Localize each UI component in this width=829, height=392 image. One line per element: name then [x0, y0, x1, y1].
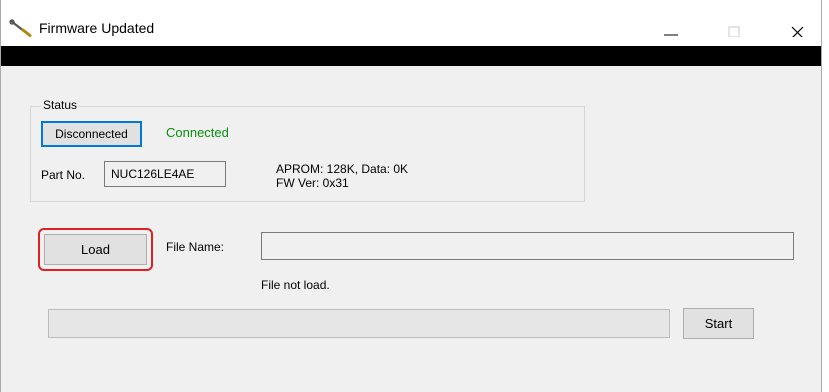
file-name-field[interactable]: [261, 232, 794, 260]
maximize-button[interactable]: [711, 14, 757, 44]
disconnect-button[interactable]: Disconnected: [41, 121, 142, 147]
maximize-icon: [728, 26, 740, 37]
firmware-updater-window: Firmware Updated Status Disconnected Con…: [0, 0, 822, 392]
wrench-screwdriver-icon: [9, 19, 33, 37]
file-name-label: File Name:: [166, 240, 225, 254]
progress-bar: [48, 309, 670, 338]
firmware-version-text: FW Ver: 0x31: [276, 176, 349, 190]
status-group-label: Status: [41, 98, 80, 112]
connection-status-text: Connected: [166, 125, 229, 140]
load-button[interactable]: Load: [44, 234, 147, 265]
close-icon: [791, 26, 804, 37]
header-band: [1, 46, 821, 66]
part-no-field: NUC126LE4AE: [104, 161, 226, 187]
start-button[interactable]: Start: [683, 308, 754, 339]
minimize-button[interactable]: [648, 14, 694, 44]
part-no-label: Part No.: [41, 168, 86, 182]
title-bar[interactable]: Firmware Updated: [1, 0, 821, 46]
minimize-icon: [664, 34, 678, 36]
close-button[interactable]: [775, 14, 821, 44]
file-status-message: File not load.: [261, 278, 330, 292]
window-title: Firmware Updated: [39, 20, 155, 36]
memory-info-text: APROM: 128K, Data: 0K: [276, 162, 409, 176]
